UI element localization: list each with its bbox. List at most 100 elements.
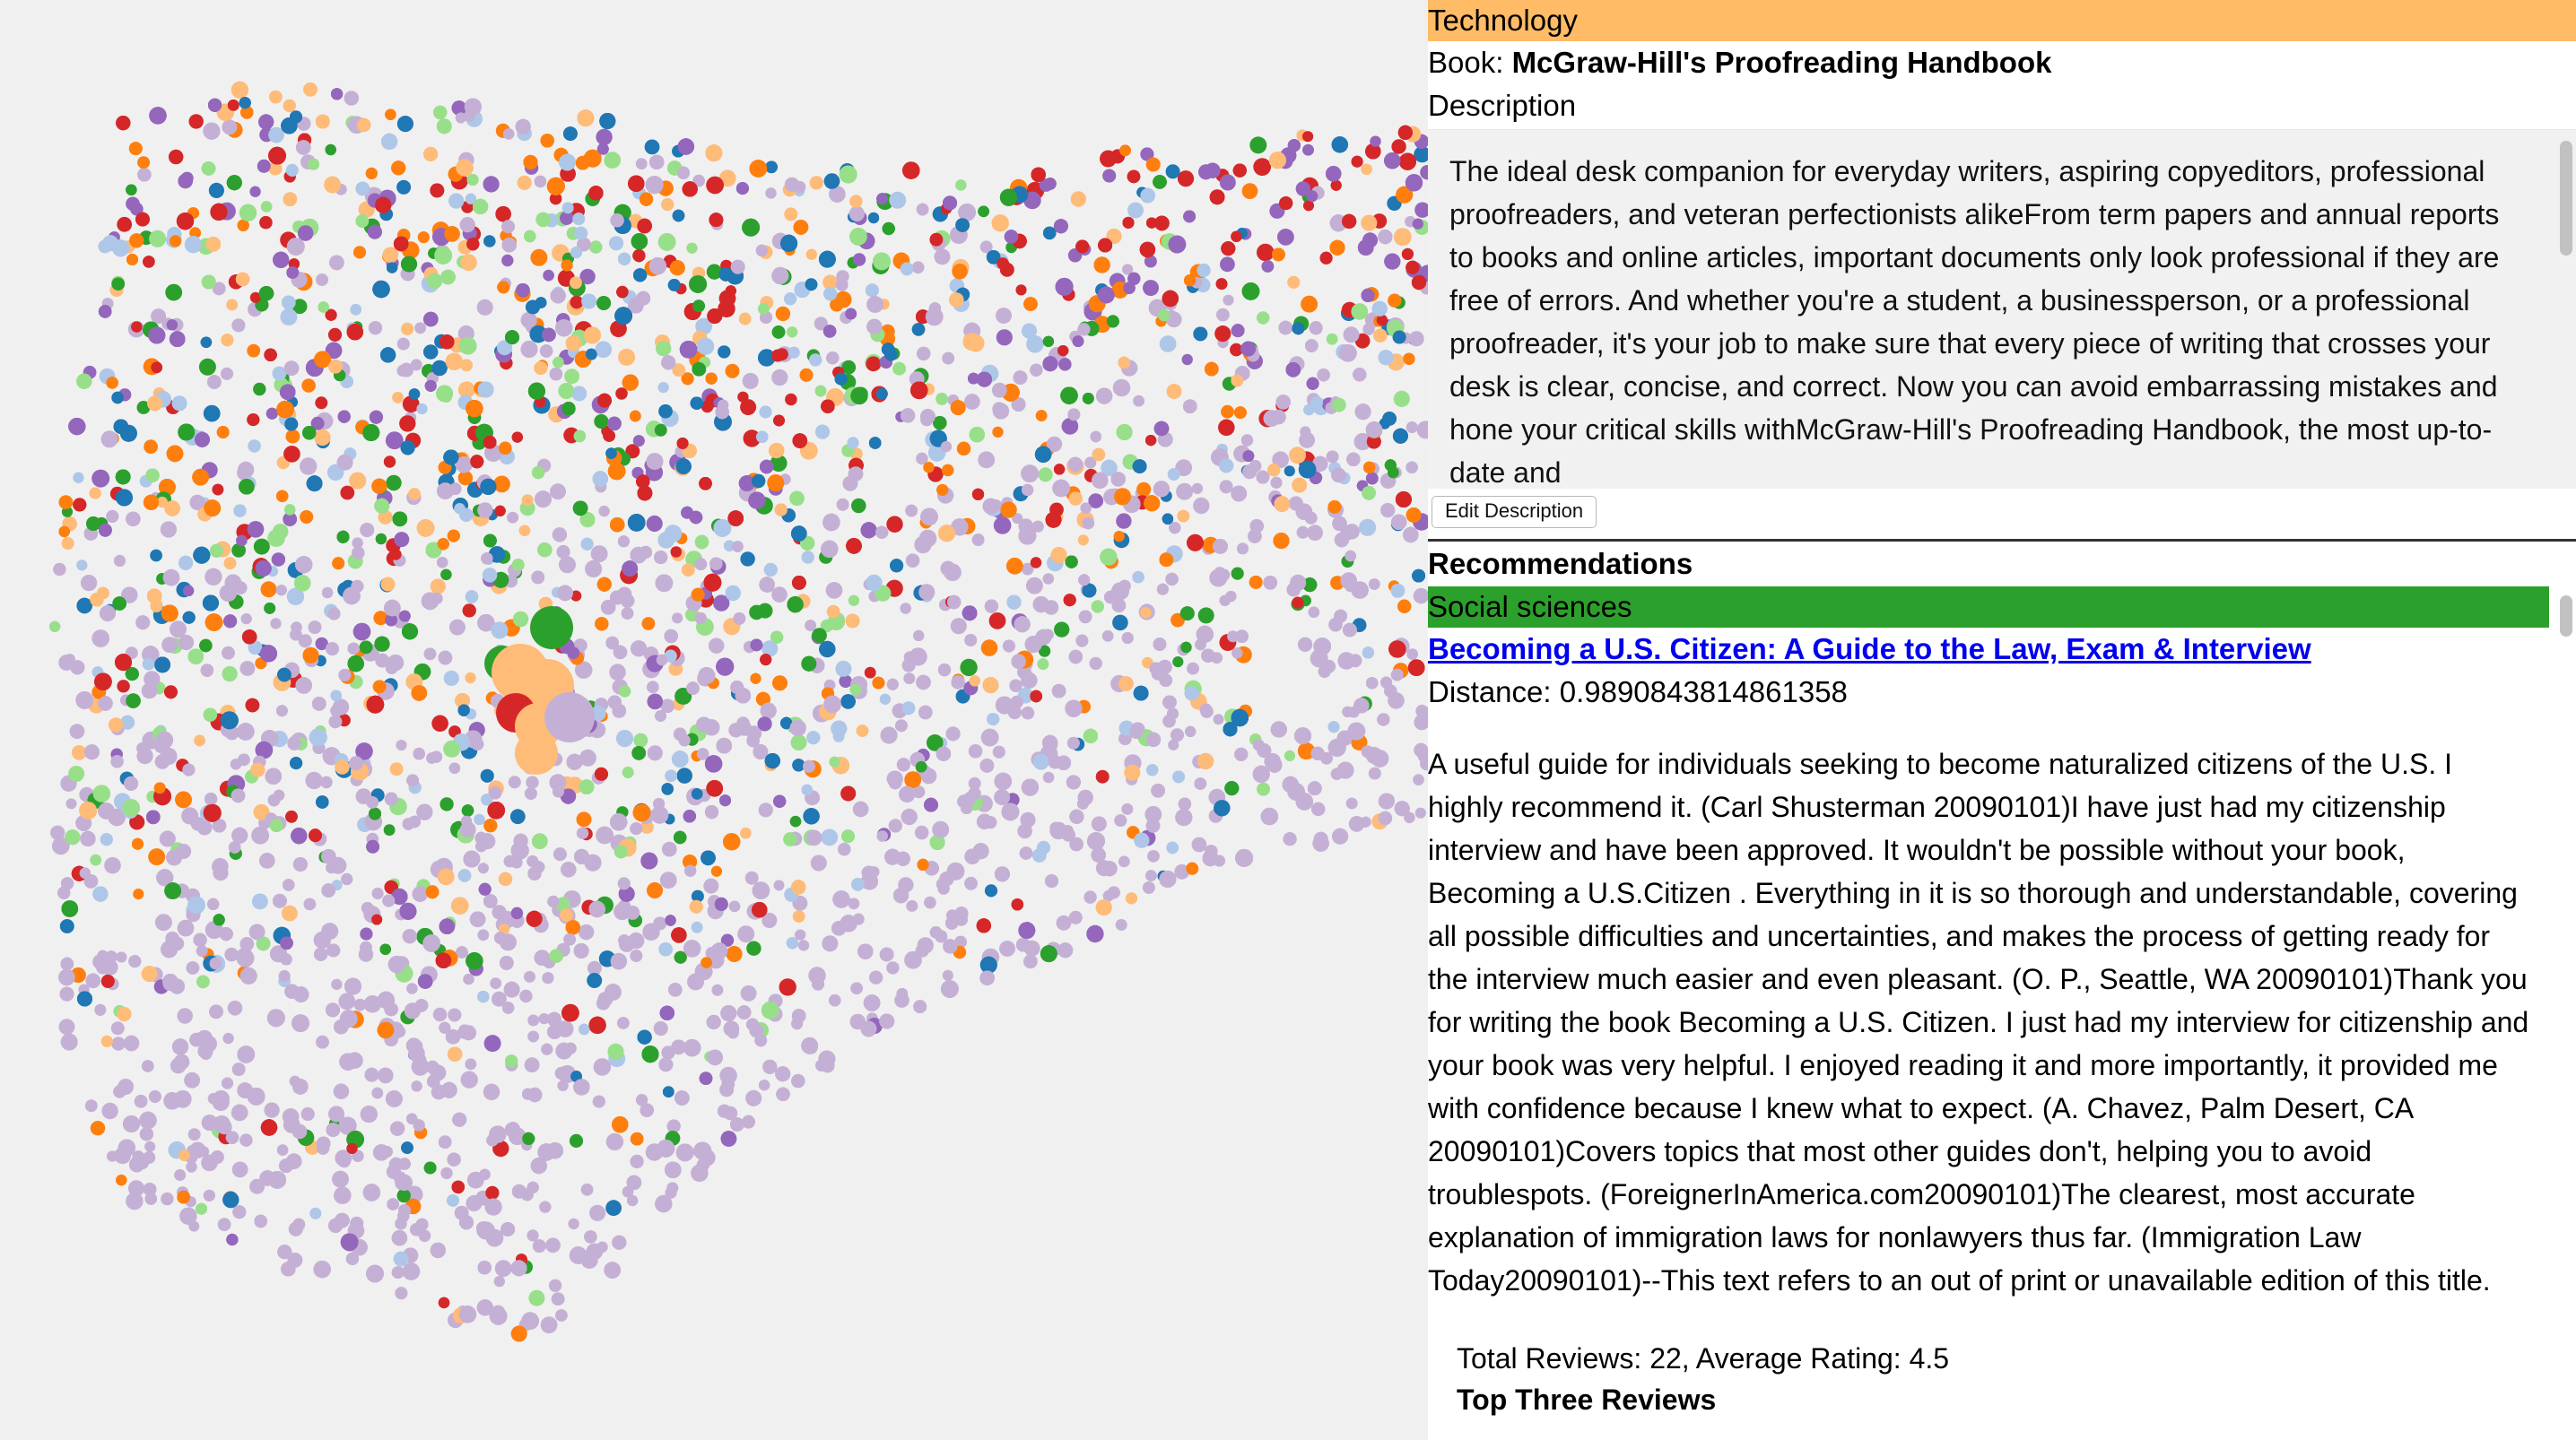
book-embedding-scatterplot[interactable] xyxy=(0,0,1428,1440)
scatter-point[interactable] xyxy=(596,128,613,146)
scatter-point[interactable] xyxy=(758,802,773,818)
scatter-point[interactable] xyxy=(936,392,949,405)
scatter-point[interactable] xyxy=(100,1035,113,1047)
scatter-point[interactable] xyxy=(440,1167,453,1180)
scatter-point[interactable] xyxy=(1020,811,1036,828)
scatter-point[interactable] xyxy=(537,542,553,558)
scatter-point[interactable] xyxy=(1116,513,1132,529)
scatter-point[interactable] xyxy=(1181,353,1193,366)
scatter-point[interactable] xyxy=(524,787,537,800)
scatter-point[interactable] xyxy=(187,1128,201,1141)
scatter-point[interactable] xyxy=(149,230,167,247)
scatter-point[interactable] xyxy=(73,472,84,483)
scatter-point[interactable] xyxy=(59,919,74,933)
scatter-point[interactable] xyxy=(253,538,270,555)
scatter-point[interactable] xyxy=(1095,769,1110,784)
scatter-point[interactable] xyxy=(1002,639,1015,653)
scatter-point[interactable] xyxy=(331,978,343,991)
scatter-point[interactable] xyxy=(797,940,810,951)
scatter-point[interactable] xyxy=(838,842,851,856)
scatter-point[interactable] xyxy=(222,1191,239,1209)
scatter-point[interactable] xyxy=(880,726,898,744)
scatter-point[interactable] xyxy=(604,152,622,169)
scatter-point[interactable] xyxy=(1077,534,1089,546)
scatter-point[interactable] xyxy=(1147,850,1160,863)
scatter-point[interactable] xyxy=(278,969,291,983)
scatter-point[interactable] xyxy=(968,744,983,759)
scatter-point[interactable] xyxy=(1326,333,1338,345)
scatter-point[interactable] xyxy=(1393,390,1410,407)
scatter-point[interactable] xyxy=(914,825,929,840)
scatter-point[interactable] xyxy=(1075,634,1089,647)
scatter-point[interactable] xyxy=(460,1071,478,1089)
scatter-point[interactable] xyxy=(285,163,299,177)
scatter-point[interactable] xyxy=(996,329,1013,346)
scatter-point[interactable] xyxy=(1070,191,1087,207)
scatter-point[interactable] xyxy=(510,907,524,920)
scatter-point[interactable] xyxy=(911,261,925,274)
scatter-point[interactable] xyxy=(689,899,703,914)
scatter-point[interactable] xyxy=(605,1200,622,1217)
scatter-point[interactable] xyxy=(1252,739,1265,751)
scatter-point[interactable] xyxy=(1031,848,1047,863)
scatter-point[interactable] xyxy=(647,745,663,761)
scatter-point[interactable] xyxy=(1021,323,1038,339)
scatter-point[interactable] xyxy=(124,776,139,792)
scatter-point[interactable] xyxy=(90,854,102,866)
scatter-point[interactable] xyxy=(1414,202,1428,218)
scatter-point[interactable] xyxy=(110,1021,125,1036)
scatter-point[interactable] xyxy=(550,483,566,500)
scatter-point[interactable] xyxy=(401,322,414,335)
scatter-point[interactable] xyxy=(942,969,953,981)
scatter-point[interactable] xyxy=(661,841,677,857)
scatter-point[interactable] xyxy=(964,394,980,410)
scatter-point[interactable] xyxy=(280,308,298,325)
scatter-point[interactable] xyxy=(1042,771,1055,784)
scatter-point[interactable] xyxy=(746,941,761,956)
scatter-point[interactable] xyxy=(914,535,932,554)
scatter-point[interactable] xyxy=(706,1014,721,1030)
scatter-point[interactable] xyxy=(203,404,221,422)
scatter-point[interactable] xyxy=(430,1242,447,1259)
scatter-point[interactable] xyxy=(148,848,166,866)
scatter-point[interactable] xyxy=(1284,750,1296,762)
scatter-point[interactable] xyxy=(68,766,85,782)
scatter-point[interactable] xyxy=(222,1032,234,1045)
scatter-point[interactable] xyxy=(527,1229,539,1242)
scatter-point[interactable] xyxy=(483,235,496,247)
scatter-point[interactable] xyxy=(1420,165,1428,180)
scatter-point[interactable] xyxy=(311,696,326,711)
scatter-point[interactable] xyxy=(540,134,554,148)
scatter-point[interactable] xyxy=(960,658,978,677)
scatter-point[interactable] xyxy=(217,1218,231,1232)
scatter-point[interactable] xyxy=(1037,658,1049,671)
scatter-point[interactable] xyxy=(568,1218,579,1230)
scatter-point[interactable] xyxy=(332,1170,349,1188)
scatter-point[interactable] xyxy=(1092,447,1106,462)
scatter-point[interactable] xyxy=(576,811,592,828)
scatter-point[interactable] xyxy=(641,617,656,630)
scatter-point[interactable] xyxy=(765,187,777,199)
scatter-point[interactable] xyxy=(1331,136,1349,153)
scatter-point[interactable] xyxy=(1187,662,1199,675)
scatter-point[interactable] xyxy=(430,578,446,594)
scatter-point[interactable] xyxy=(316,273,328,286)
scatter-point[interactable] xyxy=(231,81,249,100)
scatter-point[interactable] xyxy=(443,670,459,687)
scatter-point[interactable] xyxy=(569,1133,584,1148)
scatter-point[interactable] xyxy=(1005,557,1023,575)
scatter-point[interactable] xyxy=(406,983,418,994)
scatter-point[interactable] xyxy=(737,391,749,403)
scatter-point[interactable] xyxy=(178,634,195,651)
scatter-point[interactable] xyxy=(888,819,902,833)
scatter-point[interactable] xyxy=(282,905,298,922)
scatter-point[interactable] xyxy=(135,615,151,630)
scatter-point[interactable] xyxy=(1191,482,1204,494)
scatter-point[interactable] xyxy=(865,283,880,298)
scatter-point[interactable] xyxy=(762,1059,778,1075)
scatter-point[interactable] xyxy=(253,382,266,396)
scatter-point[interactable] xyxy=(161,637,178,653)
scatter-point[interactable] xyxy=(1231,485,1248,502)
scatter-point[interactable] xyxy=(1351,303,1369,320)
scatter-point[interactable] xyxy=(740,551,755,567)
